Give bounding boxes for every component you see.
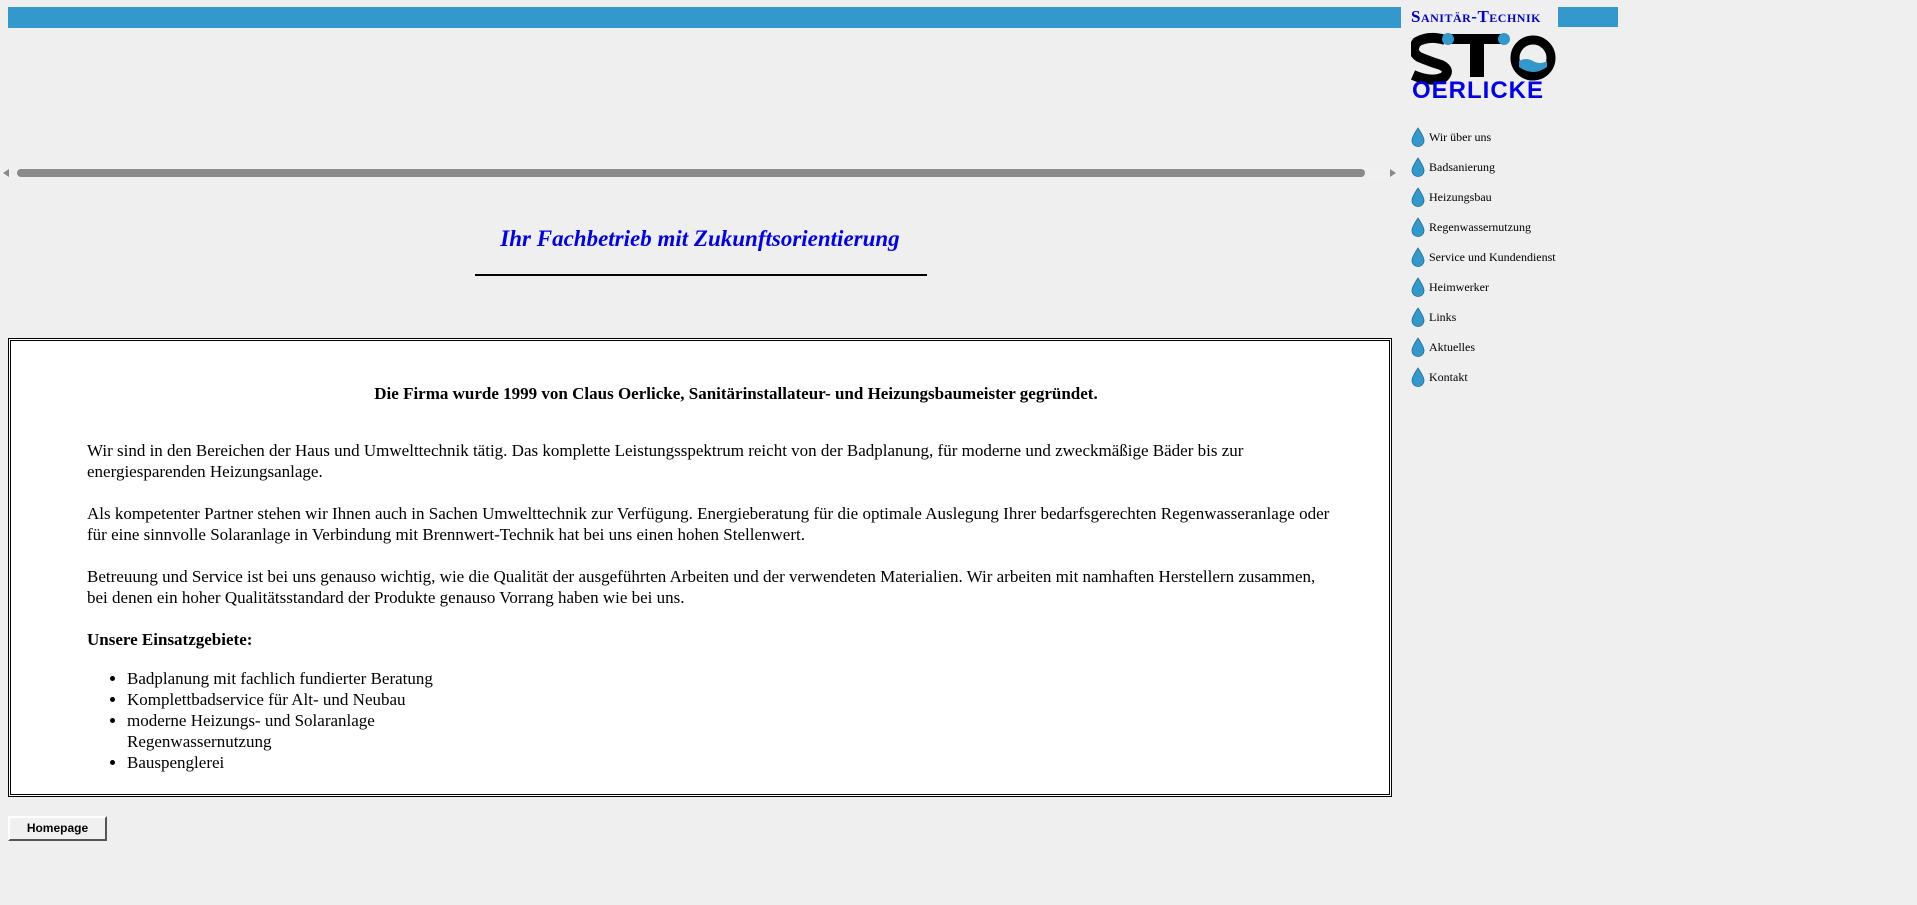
logo-bottom-text: OERLICKE	[1412, 77, 1545, 104]
list-item: Komplettbadservice für Alt- und Neubau	[127, 689, 1337, 710]
water-drop-icon	[1411, 247, 1425, 267]
scrollbar-thumb[interactable]	[17, 169, 1365, 177]
water-drop-icon	[1411, 367, 1425, 387]
water-drop-icon	[1411, 337, 1425, 357]
horizontal-scrollbar[interactable]	[0, 166, 1400, 180]
water-drop-icon	[1411, 187, 1425, 207]
paragraph-2: Als kompetenter Partner stehen wir Ihnen…	[87, 504, 1330, 544]
company-logo[interactable]: Sanitär-Technik OERLICKE	[1411, 7, 1561, 104]
nav-item-aktuelles[interactable]: Aktuelles	[1411, 332, 1631, 362]
nav-item-label[interactable]: Service und Kundendienst	[1429, 250, 1556, 265]
nav-item-heimwerker[interactable]: Heimwerker	[1411, 272, 1631, 302]
nav-item-label[interactable]: Regenwassernutzung	[1429, 220, 1531, 235]
nav-item-label[interactable]: Heizungsbau	[1429, 190, 1492, 205]
nav-item-service[interactable]: Service und Kundendienst	[1411, 242, 1631, 272]
nav-item-regenwassernutzung[interactable]: Regenwassernutzung	[1411, 212, 1631, 242]
homepage-button[interactable]: Homepage	[8, 816, 107, 841]
list-item: Bauspenglerei	[127, 752, 1337, 773]
headline-divider	[475, 274, 927, 276]
services-heading: Unsere Einsatzgebiete:	[87, 630, 253, 649]
paragraph-1: Wir sind in den Bereichen der Haus und U…	[87, 441, 1244, 481]
top-banner-bar	[8, 7, 1401, 28]
paragraph-3: Betreuung und Service ist bei uns genaus…	[87, 567, 1316, 607]
content-box: Die Firma wurde 1999 von Claus Oerlicke,…	[8, 338, 1392, 797]
nav-item-links[interactable]: Links	[1411, 302, 1631, 332]
list-item: moderne Heizungs- und SolaranlageRegenwa…	[127, 710, 1337, 752]
water-drop-icon	[1411, 307, 1425, 327]
lead-text: Die Firma wurde 1999 von Claus Oerlicke,…	[374, 384, 1098, 403]
water-drop-icon	[1411, 217, 1425, 237]
scroll-left-icon[interactable]	[3, 169, 9, 177]
nav-item-label[interactable]: Heimwerker	[1429, 280, 1489, 295]
water-drop-icon	[1411, 277, 1425, 297]
scroll-right-icon[interactable]	[1390, 169, 1396, 177]
list-item: Badplanung mit fachlich fundierter Berat…	[127, 668, 1337, 689]
nav-item-label[interactable]: Links	[1429, 310, 1456, 325]
water-drop-icon	[1411, 127, 1425, 147]
nav-item-kontakt[interactable]: Kontakt	[1411, 362, 1631, 392]
sidebar-nav: Wir über uns Badsanierung Heizungsbau Re…	[1411, 122, 1631, 392]
top-banner-bar-right	[1558, 7, 1618, 27]
water-drop-icon	[1411, 157, 1425, 177]
page-headline: Ihr Fachbetrieb mit Zukunftsorientierung	[500, 226, 900, 251]
marquee-area	[0, 28, 1400, 166]
nav-item-label[interactable]: Kontakt	[1429, 370, 1468, 385]
content-text: Die Firma wurde 1999 von Claus Oerlicke,…	[87, 383, 1337, 773]
nav-item-wir-ueber-uns[interactable]: Wir über uns	[1411, 122, 1631, 152]
services-list: Badplanung mit fachlich fundierter Berat…	[87, 668, 1337, 773]
nav-item-badsanierung[interactable]: Badsanierung	[1411, 152, 1631, 182]
nav-item-label[interactable]: Aktuelles	[1429, 340, 1475, 355]
nav-item-label[interactable]: Badsanierung	[1429, 160, 1495, 175]
nav-item-label[interactable]: Wir über uns	[1429, 130, 1491, 145]
nav-item-heizungsbau[interactable]: Heizungsbau	[1411, 182, 1631, 212]
